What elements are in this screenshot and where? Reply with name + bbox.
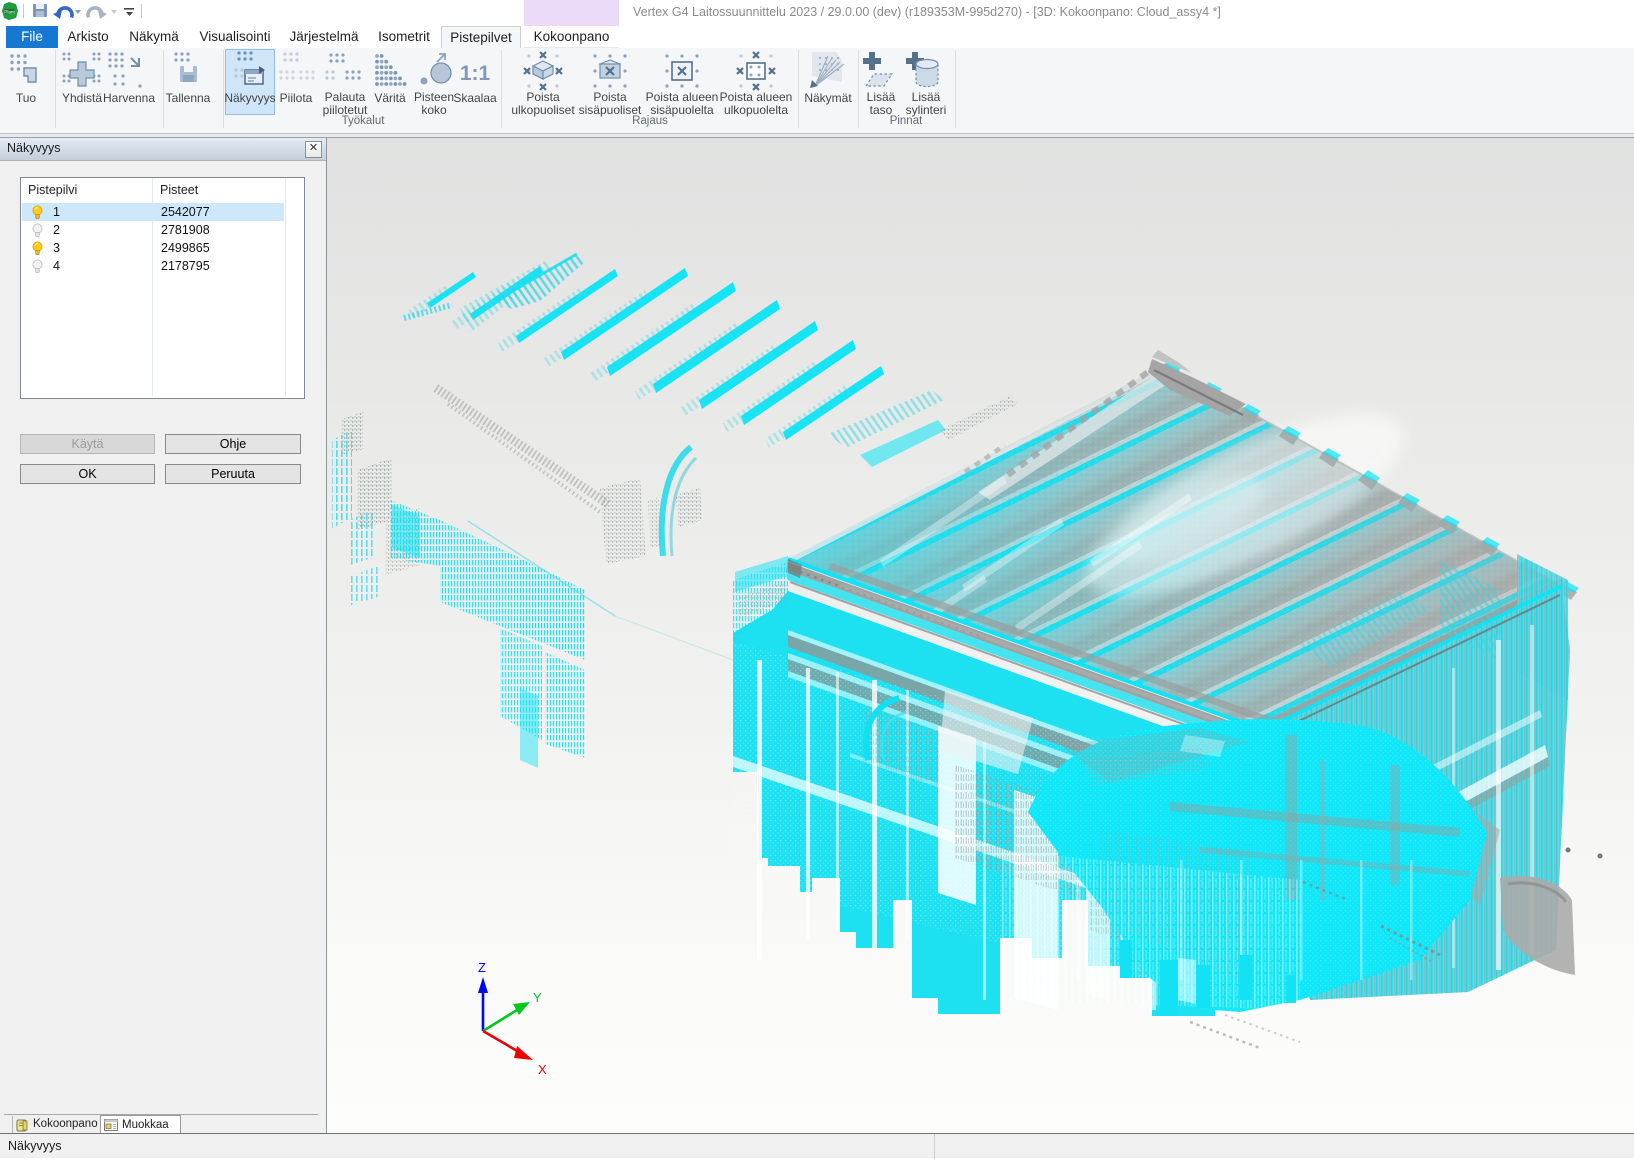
- svg-text:Z: Z: [478, 960, 486, 975]
- svg-text:Y: Y: [533, 990, 542, 1005]
- svg-text:Plant: Plant: [4, 10, 15, 15]
- svg-text:X: X: [538, 1062, 547, 1077]
